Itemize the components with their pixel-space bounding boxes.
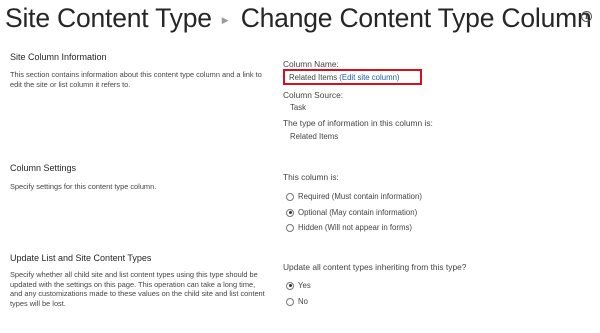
breadcrumb-current: Change Content Type Column bbox=[240, 2, 592, 33]
column-source-label: Column Source: bbox=[283, 90, 344, 100]
triangle-right-icon: ▶ bbox=[221, 14, 229, 25]
edit-site-column-link[interactable]: (Edit site column) bbox=[339, 73, 399, 82]
option-required[interactable]: Required (Must contain information) bbox=[286, 192, 422, 201]
type-value: Related Items bbox=[290, 132, 339, 141]
column-name-value-row: Related Items (Edit site column) bbox=[289, 73, 400, 82]
option-no-label: No bbox=[298, 297, 308, 306]
column-is-question: This column is: bbox=[283, 172, 339, 182]
radio-hidden[interactable] bbox=[286, 223, 294, 232]
breadcrumb-site-content-type[interactable]: Site Content Type bbox=[5, 3, 212, 34]
column-settings-title: Column Settings bbox=[10, 163, 77, 173]
radio-no[interactable] bbox=[286, 297, 294, 306]
option-no[interactable]: No bbox=[286, 297, 308, 306]
site-column-info-description: This section contains information about … bbox=[10, 70, 262, 89]
info-icon[interactable]: i bbox=[581, 11, 592, 22]
update-question: Update all content types inheriting from… bbox=[283, 262, 467, 272]
page-title: Site Content Type ▶ Change Content Type … bbox=[5, 0, 592, 36]
option-hidden[interactable]: Hidden (Will not appear in forms) bbox=[286, 223, 412, 232]
column-name-value: Related Items bbox=[289, 73, 338, 82]
column-name-label: Column Name: bbox=[283, 59, 339, 69]
radio-optional[interactable] bbox=[286, 208, 294, 217]
type-label: The type of information in this column i… bbox=[283, 118, 433, 128]
column-source-value: Task bbox=[290, 103, 307, 112]
column-settings-description: Specify settings for this content type c… bbox=[10, 182, 157, 191]
page: Site Content Type ▶ Change Content Type … bbox=[0, 0, 600, 333]
site-column-info-title: Site Column Information bbox=[10, 52, 107, 62]
option-optional[interactable]: Optional (May contain information) bbox=[286, 208, 417, 217]
option-hidden-label: Hidden (Will not appear in forms) bbox=[298, 223, 412, 232]
option-yes[interactable]: Yes bbox=[286, 281, 311, 290]
update-section-description: Specify whether all child site and list … bbox=[10, 270, 265, 308]
update-section-title: Update List and Site Content Types bbox=[10, 253, 152, 263]
radio-required[interactable] bbox=[286, 192, 294, 201]
radio-yes[interactable] bbox=[286, 281, 294, 290]
option-optional-label: Optional (May contain information) bbox=[298, 208, 418, 217]
option-required-label: Required (Must contain information) bbox=[298, 192, 422, 201]
option-yes-label: Yes bbox=[298, 281, 311, 290]
